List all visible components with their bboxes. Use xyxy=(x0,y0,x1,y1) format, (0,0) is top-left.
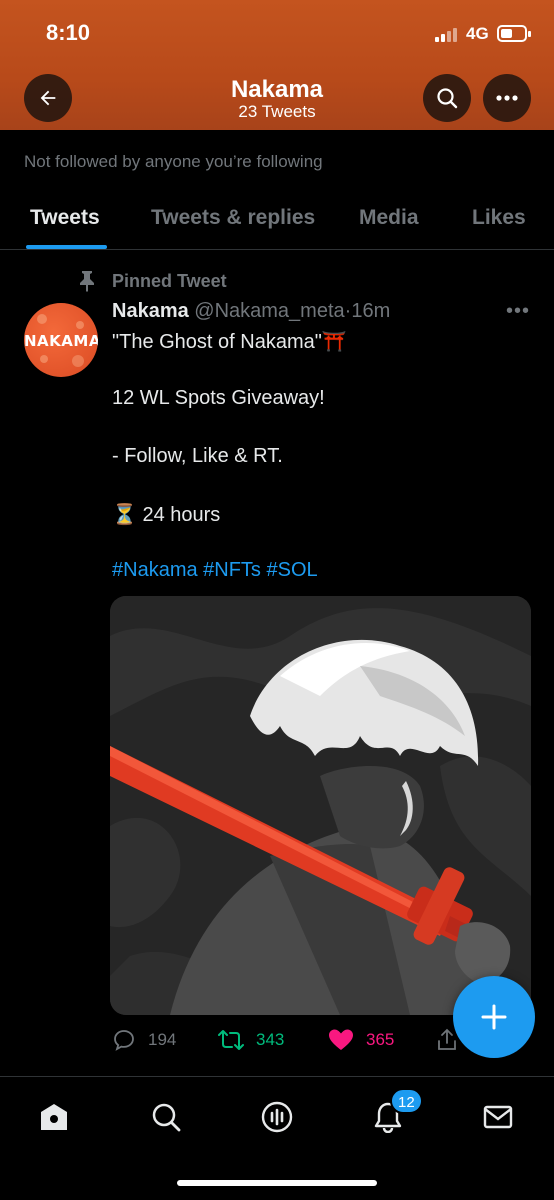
heart-icon xyxy=(329,1029,353,1050)
profile-header-banner: 8:10 4G Nakama 23 Tweets xyxy=(0,0,554,130)
ghost-samurai-illustration xyxy=(110,596,531,1015)
pinned-tweet-label: Pinned Tweet xyxy=(112,270,227,291)
mail-icon xyxy=(483,1105,513,1129)
nav-spaces[interactable] xyxy=(257,1097,297,1137)
search-button[interactable] xyxy=(423,74,471,122)
signal-icon xyxy=(435,26,461,42)
avatar[interactable]: NAKAMA xyxy=(24,303,98,377)
battery-icon xyxy=(497,25,531,42)
tweet-text-line-3: - Follow, Like & RT. xyxy=(112,445,283,467)
retweet-icon xyxy=(218,1030,244,1050)
search-icon xyxy=(152,1103,181,1132)
reply-count: 194 xyxy=(148,1030,177,1049)
like-count: 365 xyxy=(366,1030,395,1049)
pin-icon xyxy=(80,271,94,292)
tweet-text-line-1: "The Ghost of Nakama"⛩️ xyxy=(112,331,347,353)
tweet-more-button[interactable]: ••• xyxy=(506,300,530,323)
network-type: 4G xyxy=(466,24,489,43)
tweet-author-handle[interactable]: @Nakama_meta xyxy=(194,300,344,322)
nav-search[interactable] xyxy=(146,1097,186,1137)
status-bar: 8:10 4G xyxy=(0,0,554,70)
nav-home[interactable] xyxy=(34,1097,74,1137)
tweet-media-image[interactable] xyxy=(110,596,531,1015)
plus-icon xyxy=(481,1004,507,1030)
profile-tabs: Tweets Tweets & replies Media Likes xyxy=(0,186,554,250)
nav-messages[interactable] xyxy=(478,1097,518,1137)
avatar-logo-text: NAKAMA xyxy=(24,332,98,350)
tweet-hashtags[interactable]: #Nakama #NFTs #SOL xyxy=(112,559,318,582)
like-button[interactable]: 365 xyxy=(328,1028,394,1052)
tab-media[interactable]: Media xyxy=(359,206,419,230)
tweet-actions: 194 343 365 xyxy=(112,1026,472,1056)
reply-icon xyxy=(114,1030,134,1051)
home-indicator[interactable] xyxy=(177,1180,377,1186)
followers-you-know-note: Not followed by anyone you’re following xyxy=(24,152,323,171)
reply-button[interactable]: 194 xyxy=(112,1028,176,1052)
tab-likes[interactable]: Likes xyxy=(472,206,526,230)
retweet-button[interactable]: 343 xyxy=(218,1028,284,1052)
compose-tweet-button[interactable] xyxy=(453,976,535,1058)
tweet-header: Nakama @Nakama_meta·16m xyxy=(112,300,390,323)
tab-tweets-and-replies[interactable]: Tweets & replies xyxy=(151,206,315,230)
search-icon xyxy=(437,88,458,109)
retweet-count: 343 xyxy=(256,1030,285,1049)
tab-tweets[interactable]: Tweets xyxy=(30,206,100,230)
home-icon xyxy=(41,1104,67,1130)
notifications-badge: 12 xyxy=(390,1088,423,1114)
more-icon xyxy=(496,95,518,101)
tweet-text-line-4: ⏳ 24 hours xyxy=(112,504,221,526)
tweet-count: 23 Tweets xyxy=(238,102,316,121)
status-time: 8:10 xyxy=(46,20,91,45)
spaces-icon xyxy=(261,1101,293,1133)
pinned-tweet-row: Pinned Tweet xyxy=(78,268,227,294)
active-tab-indicator xyxy=(26,245,107,249)
more-options-button[interactable] xyxy=(483,74,531,122)
tweet-author-name[interactable]: Nakama xyxy=(112,300,189,322)
tweet-text-line-2: 12 WL Spots Giveaway! xyxy=(112,387,325,409)
tweet-timestamp: 16m xyxy=(351,300,391,322)
